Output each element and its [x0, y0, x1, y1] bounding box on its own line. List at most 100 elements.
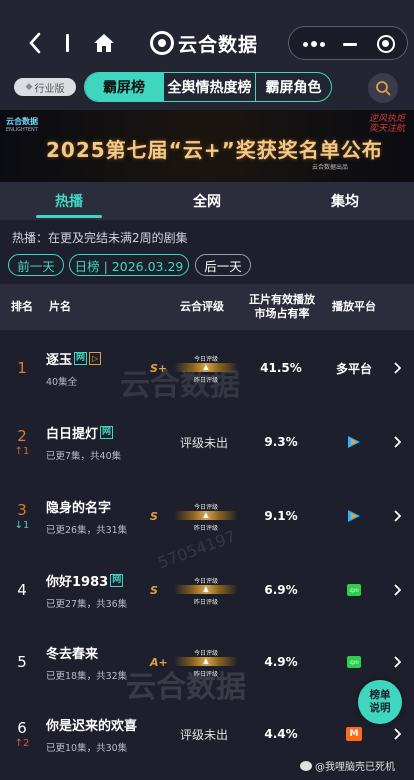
diamond-icon: ◆ [25, 82, 33, 92]
search-button[interactable] [368, 73, 398, 103]
rating-grade: A+ [150, 655, 168, 669]
banner-slogan: 逆风执炬 奕天注航 [368, 114, 405, 134]
drama-cell: 逐玉 网 ▷ 40集全 [46, 334, 156, 402]
banner-logo: 云合数据 ENLIGHTENT [6, 117, 38, 133]
rating-pending: 评级未出 [180, 435, 229, 450]
rating-cell: A+ 今日评级 ▲ 昨日评级 [146, 628, 258, 696]
segment-role-ranking[interactable]: 霸屏角色 [255, 73, 331, 101]
drama-title: 冬去春来 [46, 643, 156, 662]
banner-subtitle: 云合数据出品 [312, 164, 349, 171]
rating-cell: S+ 今日评级 ▲ 昨日评级 [146, 334, 258, 402]
market-share: 4.9% [264, 655, 298, 669]
table-row[interactable]: 4 你好1983 网 已更27集，共36集 S 今日评级 ▲ 昨日评级 6.9%… [0, 556, 414, 624]
segment-sentiment-ranking[interactable]: 全舆情热度榜 [163, 73, 255, 101]
tab-per-episode[interactable]: 集均 [300, 182, 390, 220]
rating-grade: S+ [150, 361, 168, 375]
rank-cell: 1 [8, 334, 36, 402]
ranking-explanation-button[interactable]: 榜单 说明 [358, 680, 402, 724]
drama-name: 隐身的名字 [46, 500, 112, 516]
iqiyi-icon: iQIYI [347, 584, 361, 596]
industry-label: 行业版 [34, 83, 65, 95]
mango-tv-icon: M [346, 727, 362, 741]
drama-title: 逐玉 网 ▷ [46, 349, 156, 368]
market-share: 6.9% [264, 583, 298, 597]
chevron-right-icon[interactable] [390, 408, 404, 476]
rank-number: 5 [17, 653, 27, 671]
drama-cell: 白日提灯 网 已更7集，共40集 [46, 408, 156, 476]
market-share: 9.3% [264, 435, 298, 449]
current-date-selector[interactable]: 日榜 | 2026.03.29 [69, 254, 189, 276]
rank-cell: 5 [8, 628, 36, 696]
scope-tabs: 热播 全网 集均 [0, 182, 414, 220]
web-drama-tag: 网 [100, 425, 114, 439]
tencent-video-icon [348, 436, 360, 448]
rating-marker-icon: ▲ [203, 363, 209, 371]
table-header: 排名 片名 云合评级 正片有效播放 市场占有率 播放平台 [0, 284, 414, 330]
home-button[interactable] [88, 28, 120, 58]
episode-info: 已更10集，共30集 [46, 742, 128, 754]
web-drama-tag: 网 [110, 573, 124, 587]
drama-name: 逐玉 [46, 352, 73, 368]
episode-info: 40集全 [46, 376, 78, 388]
play-tag-icon: ▷ [89, 351, 102, 365]
drama-name: 白日提灯 [46, 426, 99, 442]
nav-row: 云合数据 [0, 22, 414, 64]
rating-pending: 评级未出 [180, 727, 229, 742]
header-rating: 云合评级 [180, 300, 224, 313]
rating-grade: S [150, 509, 158, 523]
table-row[interactable]: 5 冬去春来 已更18集，共32集 A+ 今日评级 ▲ 昨日评级 4.9% iQ… [0, 628, 414, 696]
drama-title: 你好1983 网 [46, 571, 156, 590]
chevron-right-icon[interactable] [390, 334, 404, 402]
industry-edition-badge[interactable]: ◆ 行业版 [14, 78, 76, 96]
date-navigation: 前一天 日榜 | 2026.03.29 后一天 [0, 254, 414, 276]
drama-cell: 隐身的名字 已更26集，共31集 [46, 482, 156, 550]
rating-cell: S 今日评级 ▲ 昨日评级 [146, 556, 258, 624]
brand-logo-icon [150, 31, 174, 55]
rank-number: 4 [17, 581, 27, 599]
rank-cell: 4 [8, 556, 36, 624]
award-banner[interactable]: 云合数据 ENLIGHTENT 2025第七届“云+”奖获奖名单公布 云合数据出… [0, 110, 414, 182]
segment-screen-ranking[interactable]: 霸屏榜 [85, 73, 163, 101]
rank-number: 6 [17, 719, 27, 737]
iqiyi-icon: iQIYI [347, 656, 361, 668]
rank-cell: 2 ↑1 [8, 408, 36, 476]
rating-cell: S 今日评级 ▲ 昨日评级 [146, 482, 258, 550]
market-share: 41.5% [260, 361, 302, 375]
search-icon [376, 81, 391, 96]
chevron-right-icon[interactable] [390, 482, 404, 550]
page-title: 云合数据 [150, 28, 258, 58]
back-button[interactable] [20, 28, 50, 58]
rank-number: 2 [17, 427, 27, 445]
weibo-watermark: @我哩脑壳已死机 [300, 758, 395, 773]
tab-all-network[interactable]: 全网 [162, 182, 252, 220]
episode-info: 已更7集，共40集 [46, 450, 122, 462]
table-row[interactable]: 2 ↑1 白日提灯 网 已更7集，共40集 评级未出 9.3% [0, 408, 414, 476]
chevron-left-icon [29, 32, 41, 54]
tencent-video-icon [348, 510, 360, 522]
rating-marker-icon: ▲ [203, 511, 209, 519]
weibo-icon [300, 760, 312, 771]
platform-cell [326, 482, 382, 550]
chevron-right-icon[interactable] [390, 556, 404, 624]
nav-divider [66, 34, 69, 52]
prev-day-button[interactable]: 前一天 [8, 254, 64, 276]
more-button[interactable] [299, 32, 329, 56]
rank-cell: 6 ↑2 [8, 700, 36, 768]
weibo-handle: @我哩脑壳已死机 [315, 762, 395, 773]
minimize-button[interactable] [337, 32, 363, 56]
platform-text: 多平台 [335, 361, 372, 376]
drama-cell: 你是迟来的欢喜 已更10集，共30集 [46, 700, 156, 768]
market-share: 9.1% [264, 509, 298, 523]
close-miniapp-button[interactable] [373, 32, 399, 56]
page-title-text: 云合数据 [178, 33, 259, 56]
episode-info: 已更27集，共36集 [46, 598, 128, 610]
table-row[interactable]: 1 逐玉 网 ▷ 40集全 S+ 今日评级 ▲ 昨日评级 41.5% 多平台 [0, 334, 414, 402]
next-day-button[interactable]: 后一天 [195, 254, 251, 276]
drama-name: 冬去春来 [46, 646, 99, 662]
table-row[interactable]: 3 ↓1 隐身的名字 已更26集，共31集 S 今日评级 ▲ 昨日评级 9.1% [0, 482, 414, 550]
miniapp-capsule [288, 26, 408, 60]
active-tab-indicator [36, 215, 102, 218]
header-share-line1: 正片有效播放 [249, 293, 315, 306]
hot-description: 热播：在更及完结未满2周的剧集 [12, 231, 188, 245]
drama-title: 你是迟来的欢喜 [46, 715, 156, 734]
